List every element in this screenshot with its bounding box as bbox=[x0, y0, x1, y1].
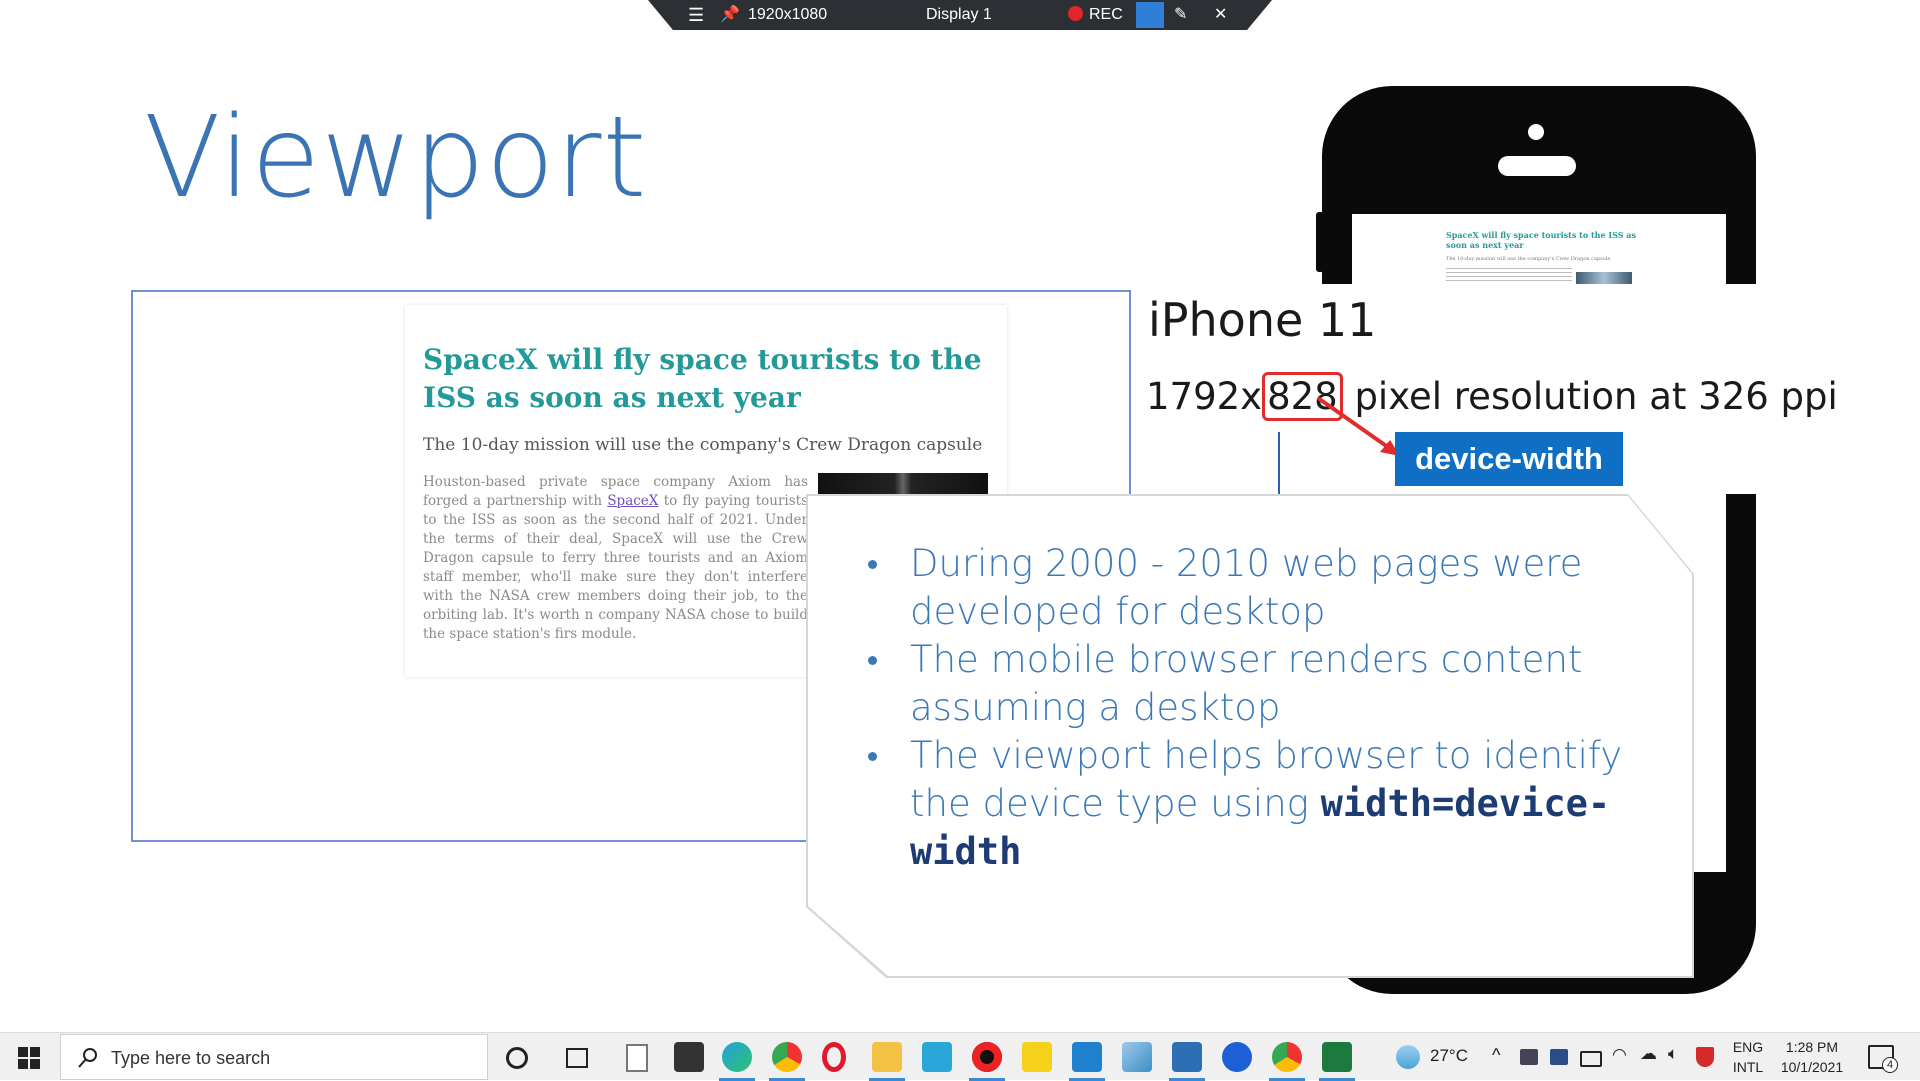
taskbar-search[interactable]: Type here to search bbox=[60, 1034, 488, 1080]
task-view-icon[interactable] bbox=[566, 1048, 588, 1068]
close-icon[interactable]: ✕ bbox=[1214, 6, 1227, 24]
article-link-spacex[interactable]: SpaceX bbox=[607, 493, 658, 509]
tray-app-icon[interactable] bbox=[1520, 1049, 1538, 1065]
file-icon[interactable] bbox=[626, 1044, 648, 1072]
bullet-item: During 2000 - 2010 web pages were develo… bbox=[868, 540, 1668, 636]
player-icon[interactable] bbox=[1022, 1042, 1052, 1072]
photos-icon[interactable] bbox=[1172, 1042, 1202, 1072]
language-indicator[interactable]: ENG INTL bbox=[1730, 1037, 1766, 1077]
battery-icon[interactable] bbox=[1580, 1051, 1602, 1067]
edge-icon[interactable] bbox=[722, 1042, 752, 1072]
volume-icon[interactable]: 🔈︎ bbox=[1668, 1044, 1678, 1064]
wifi-icon[interactable]: ◠ bbox=[1612, 1045, 1627, 1065]
camera-button[interactable] bbox=[1136, 2, 1164, 28]
search-icon bbox=[78, 1048, 97, 1068]
article-body-end: to fly paying tourists to the ISS as soo… bbox=[423, 493, 808, 642]
res-prefix: 1792x bbox=[1146, 375, 1263, 418]
file-explorer-icon[interactable] bbox=[872, 1042, 902, 1072]
mini-headline: SpaceX will fly space tourists to the IS… bbox=[1446, 230, 1636, 250]
recording-toolbar: ☰ 📌 1920x1080 Display 1 REC ✎ ✕ bbox=[648, 0, 1272, 30]
phone-speaker bbox=[1498, 156, 1576, 176]
chrome-icon[interactable] bbox=[1272, 1042, 1302, 1072]
notification-count: 4 bbox=[1882, 1057, 1898, 1073]
weather-temp[interactable]: 27°C bbox=[1430, 1046, 1468, 1066]
bullet-item: The viewport helps browser to identify t… bbox=[868, 732, 1668, 876]
display-label[interactable]: Display 1 bbox=[926, 6, 992, 24]
record-button[interactable]: REC bbox=[1068, 6, 1123, 24]
recorder-app-icon[interactable] bbox=[972, 1042, 1002, 1072]
cortana-icon[interactable] bbox=[506, 1047, 528, 1069]
pin-icon[interactable]: 📌 bbox=[720, 6, 740, 24]
notepad-icon[interactable] bbox=[1122, 1042, 1152, 1072]
article-body: Houston-based private space company Axio… bbox=[423, 473, 808, 644]
vscode-icon[interactable] bbox=[1072, 1042, 1102, 1072]
lang-layout: INTL bbox=[1732, 1059, 1764, 1075]
article-subhead: The 10-day mission will use the company'… bbox=[423, 435, 983, 455]
whatsapp-icon[interactable] bbox=[922, 1042, 952, 1072]
search-placeholder: Type here to search bbox=[111, 1048, 271, 1068]
slide-title: Viewport bbox=[144, 93, 648, 223]
tray-chevron-icon[interactable]: ^ bbox=[1492, 1045, 1500, 1065]
cloud-icon[interactable]: ☁ bbox=[1640, 1044, 1657, 1064]
clock[interactable]: 1:28 PM 10/1/2021 bbox=[1774, 1037, 1850, 1077]
tray-app-icon[interactable] bbox=[1550, 1049, 1568, 1065]
bullet-list: During 2000 - 2010 web pages were develo… bbox=[868, 540, 1668, 876]
security-shield-icon[interactable] bbox=[1696, 1047, 1714, 1067]
weather-icon[interactable] bbox=[1396, 1045, 1420, 1069]
device-name: iPhone 11 bbox=[1148, 293, 1377, 347]
device-width-badge: device-width bbox=[1395, 432, 1623, 486]
menu-icon[interactable]: ☰ bbox=[688, 6, 704, 24]
article-headline: SpaceX will fly space tourists to the IS… bbox=[423, 343, 982, 414]
windows-start-icon[interactable] bbox=[18, 1047, 40, 1069]
article-image bbox=[818, 473, 988, 497]
mini-subhead: The 10-day mission will use the company'… bbox=[1446, 256, 1611, 262]
resolution-label: 1920x1080 bbox=[748, 6, 828, 23]
pen-icon[interactable]: ✎ bbox=[1174, 6, 1187, 24]
rec-label: REC bbox=[1089, 6, 1123, 23]
clock-date: 10/1/2021 bbox=[1780, 1059, 1844, 1075]
phone-side-button bbox=[1316, 212, 1324, 272]
divider-line bbox=[1278, 432, 1280, 498]
opera-icon[interactable] bbox=[822, 1042, 846, 1072]
bullet-item: The mobile browser renders content assum… bbox=[868, 636, 1668, 732]
chrome-icon[interactable] bbox=[772, 1042, 802, 1072]
phone-camera bbox=[1528, 124, 1544, 140]
api-app-icon[interactable] bbox=[1222, 1042, 1252, 1072]
store-icon[interactable] bbox=[674, 1042, 704, 1072]
lang-code: ENG bbox=[1732, 1039, 1764, 1055]
device-resolution: 1792x 828 pixel resolution at 326 ppi bbox=[1146, 372, 1838, 421]
taskbar: Type here to search 27°C ^ ◠ ☁ 🔈︎ ENG INT… bbox=[0, 1032, 1920, 1081]
excel-icon[interactable] bbox=[1322, 1042, 1352, 1072]
clock-time: 1:28 PM bbox=[1785, 1039, 1839, 1055]
record-dot-icon bbox=[1068, 6, 1083, 21]
